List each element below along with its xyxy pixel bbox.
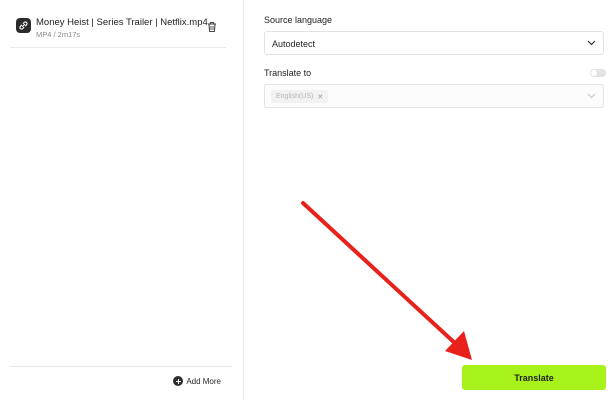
add-more-label: Add More bbox=[186, 376, 221, 386]
file-meta: MP4 / 2m17s bbox=[36, 30, 81, 39]
chip-remove-icon[interactable]: ✕ bbox=[317, 93, 323, 101]
source-language-select[interactable]: Autodetect bbox=[264, 31, 604, 55]
plus-circle-icon bbox=[173, 376, 184, 386]
chevron-down-icon bbox=[587, 93, 596, 99]
chevron-down-icon bbox=[587, 40, 596, 46]
file-list-item[interactable]: Money Heist | Series Trailer | Netflix.m… bbox=[10, 8, 226, 48]
translate-to-toggle[interactable] bbox=[590, 69, 606, 77]
add-more-button[interactable]: Add More bbox=[173, 376, 221, 386]
target-language-select[interactable]: English(US) ✕ bbox=[264, 84, 604, 108]
translate-button-label: Translate bbox=[514, 372, 554, 383]
source-language-value: Autodetect bbox=[272, 39, 316, 49]
language-chip-label: English(US) bbox=[276, 93, 314, 100]
file-list-panel: Money Heist | Series Trailer | Netflix.m… bbox=[0, 0, 244, 400]
source-language-label: Source language bbox=[264, 15, 333, 25]
file-name: Money Heist | Series Trailer | Netflix.m… bbox=[36, 17, 208, 28]
translate-to-label: Translate to bbox=[264, 68, 312, 78]
left-footer-divider bbox=[10, 366, 232, 367]
trash-icon[interactable] bbox=[206, 20, 218, 34]
translate-button[interactable]: Translate bbox=[462, 365, 606, 390]
language-chip: English(US) ✕ bbox=[271, 90, 329, 103]
link-icon bbox=[16, 18, 31, 33]
